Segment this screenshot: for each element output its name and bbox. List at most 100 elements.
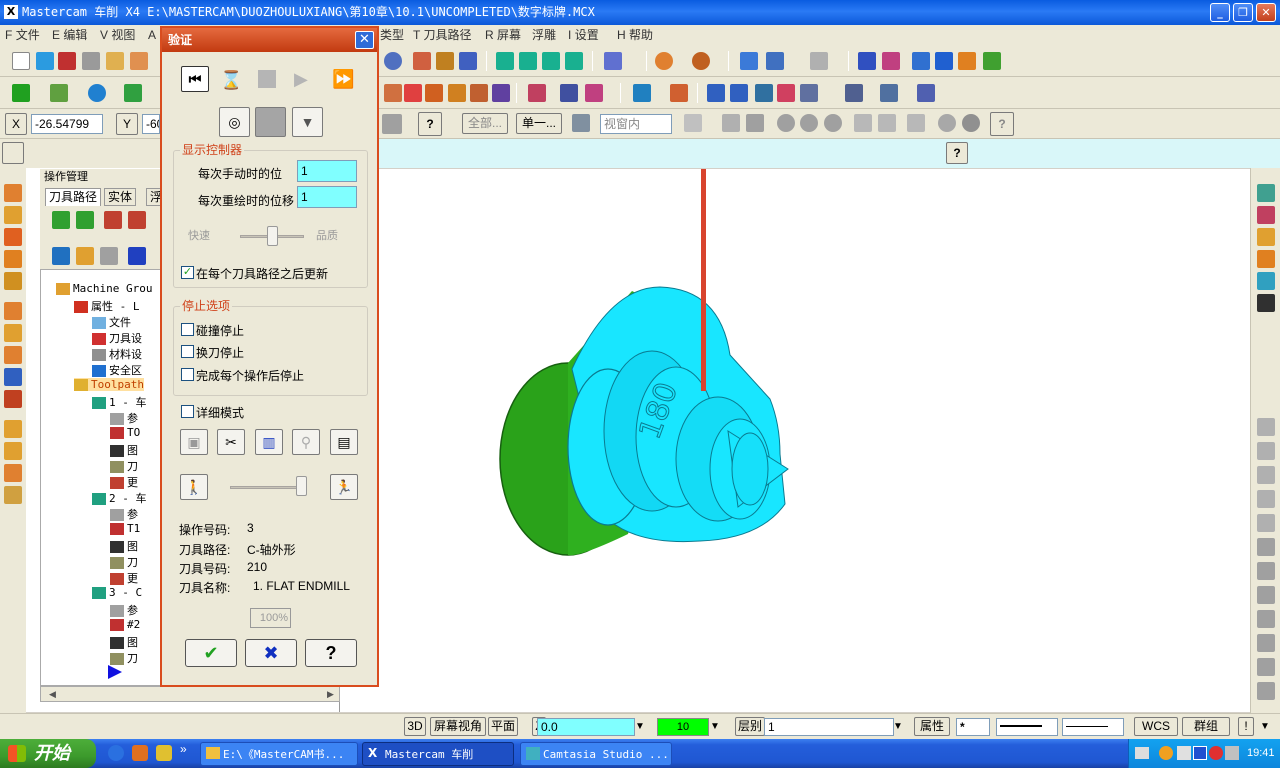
menu-type[interactable]: 类型 [380,25,404,45]
tree-item[interactable]: 更 [110,474,138,490]
solid-select-icon[interactable] [777,114,795,132]
stop-collision-checkbox[interactable] [181,323,194,336]
x-coord-label[interactable]: X [5,113,27,135]
refresh-icon[interactable] [1257,272,1275,290]
y-coord-input[interactable]: -60 [142,114,160,134]
color-dropdown-icon[interactable]: ▼ [710,718,724,736]
measure-icon[interactable] [766,52,784,70]
no-select-icon[interactable] [938,114,956,132]
modify-length-icon[interactable] [448,84,466,102]
sim-speed-slider-track[interactable] [230,486,306,489]
fillet-icon[interactable] [124,84,142,102]
cube-view-icon[interactable] [845,84,863,102]
cross-tool-icon[interactable] [1257,294,1275,312]
flask-icon[interactable] [917,84,935,102]
3d-toggle[interactable]: 3D [404,717,426,736]
step-button[interactable]: ⌛ [220,68,242,92]
menu-file[interactable]: F 文件 [5,25,40,45]
menu-toolpaths[interactable]: T 刀具路径 [413,25,471,45]
tree-item[interactable]: 刀 [110,650,138,666]
view-selection-combo[interactable]: 视窗内 [600,114,672,134]
quicklaunch-icon[interactable] [132,745,148,761]
export-icon[interactable] [983,52,1001,70]
regen-icon[interactable] [413,52,431,70]
solid-view-icon[interactable] [880,84,898,102]
eraser-icon[interactable] [777,84,795,102]
unzoom-icon[interactable] [1257,682,1275,700]
rough-tool-icon[interactable] [4,228,22,246]
attributes-button[interactable]: 属性 [914,717,950,736]
wire-icon[interactable] [1257,586,1275,604]
tree-item[interactable]: 参 [110,506,138,522]
tree-item[interactable]: 刀 [110,554,138,570]
menu-analyze[interactable]: A [148,25,156,45]
help-query-icon[interactable] [858,52,876,70]
arc-create-icon[interactable] [88,84,106,102]
tree-item[interactable]: 安全区 [92,362,142,378]
tree-item[interactable]: 图 [110,442,138,458]
line-create-icon[interactable] [50,84,68,102]
taskbar-item-explorer[interactable]: E:\《MasterCAM书... [200,742,358,766]
redraw-input[interactable]: 1 [297,186,357,208]
color-button[interactable]: 10 [657,718,709,736]
regen-dirty-icon[interactable] [128,211,146,229]
c-axis-tool-icon[interactable] [4,420,22,438]
sum-icon[interactable] [958,52,976,70]
regen-all-icon[interactable] [104,211,122,229]
tool-options-button[interactable]: ✂ [217,429,245,455]
loop-select-icon[interactable] [878,114,896,132]
start-button[interactable]: 开始 [0,739,96,768]
hand-icon[interactable] [1257,442,1275,460]
tree-item[interactable]: 刀具设 [92,330,142,346]
window-zoom-icon[interactable] [1257,658,1275,676]
level-dropdown-icon[interactable]: ▼ [893,718,907,736]
x-coord-input[interactable]: -26.54799 [31,114,103,134]
tray-camtasia-icon[interactable] [1193,746,1207,760]
level-button[interactable]: 层别 [735,717,765,736]
canned-tool-icon[interactable] [4,368,22,386]
mastercam-app-icon[interactable]: X [4,5,18,19]
verbose-mode-checkbox[interactable] [181,405,194,418]
stop-each-op-checkbox[interactable] [181,368,194,381]
tree-item[interactable]: 图 [110,538,138,554]
print-icon[interactable] [82,52,100,70]
tree-item[interactable]: 1 - 车 [92,394,147,410]
eraser-right-icon[interactable] [1257,206,1275,224]
add-icon[interactable] [1257,418,1275,436]
tree-item[interactable]: 参 [110,410,138,426]
wireframe-shade-icon[interactable] [604,52,622,70]
tree-item[interactable]: TO [110,426,140,439]
join-icon[interactable] [425,84,443,102]
grid-icon[interactable] [707,84,725,102]
stock-tool-icon[interactable] [4,390,22,408]
z-depth-dropdown-icon[interactable]: ▼ [635,718,649,736]
triangle-icon[interactable] [585,84,603,102]
tree-item[interactable]: 属性 - L [74,298,140,314]
tree-item[interactable]: Machine Grou [56,282,152,295]
pointer-icon[interactable] [633,84,651,102]
cursor-icon[interactable] [722,114,740,132]
slow-speed-button[interactable]: 🚶 [180,474,208,500]
tree-item[interactable]: 2 - 车 [92,490,147,506]
rotate-icon[interactable] [528,84,546,102]
plane-button[interactable]: 平面 [488,717,518,736]
tab-toolpaths[interactable]: 刀具路径 [45,188,102,206]
pan-icon[interactable] [1257,466,1275,484]
ok-button[interactable]: ✔ [185,639,237,667]
auto-cursor-icon[interactable] [382,114,402,134]
tree-item[interactable]: 图 [110,634,138,650]
print-preview-icon[interactable] [106,52,124,70]
misc-tool-icon[interactable] [4,486,22,504]
line-style-combo[interactable] [996,718,1058,736]
line-width-combo[interactable] [1062,718,1124,736]
hidden-icon[interactable] [1257,610,1275,628]
lock-icon[interactable] [52,247,70,265]
verify-select-icon[interactable] [907,114,925,132]
cursor-select-icon[interactable] [800,84,818,102]
tree-item[interactable]: 更 [110,570,138,586]
screen-view-button[interactable]: 屏幕视角 [430,717,486,736]
iso-view-icon[interactable] [496,52,514,70]
keyboard-icon[interactable] [1135,747,1149,759]
update-each-checkbox[interactable]: ✓ [181,266,194,279]
display-toolpath-button[interactable]: ◎ [219,107,250,137]
